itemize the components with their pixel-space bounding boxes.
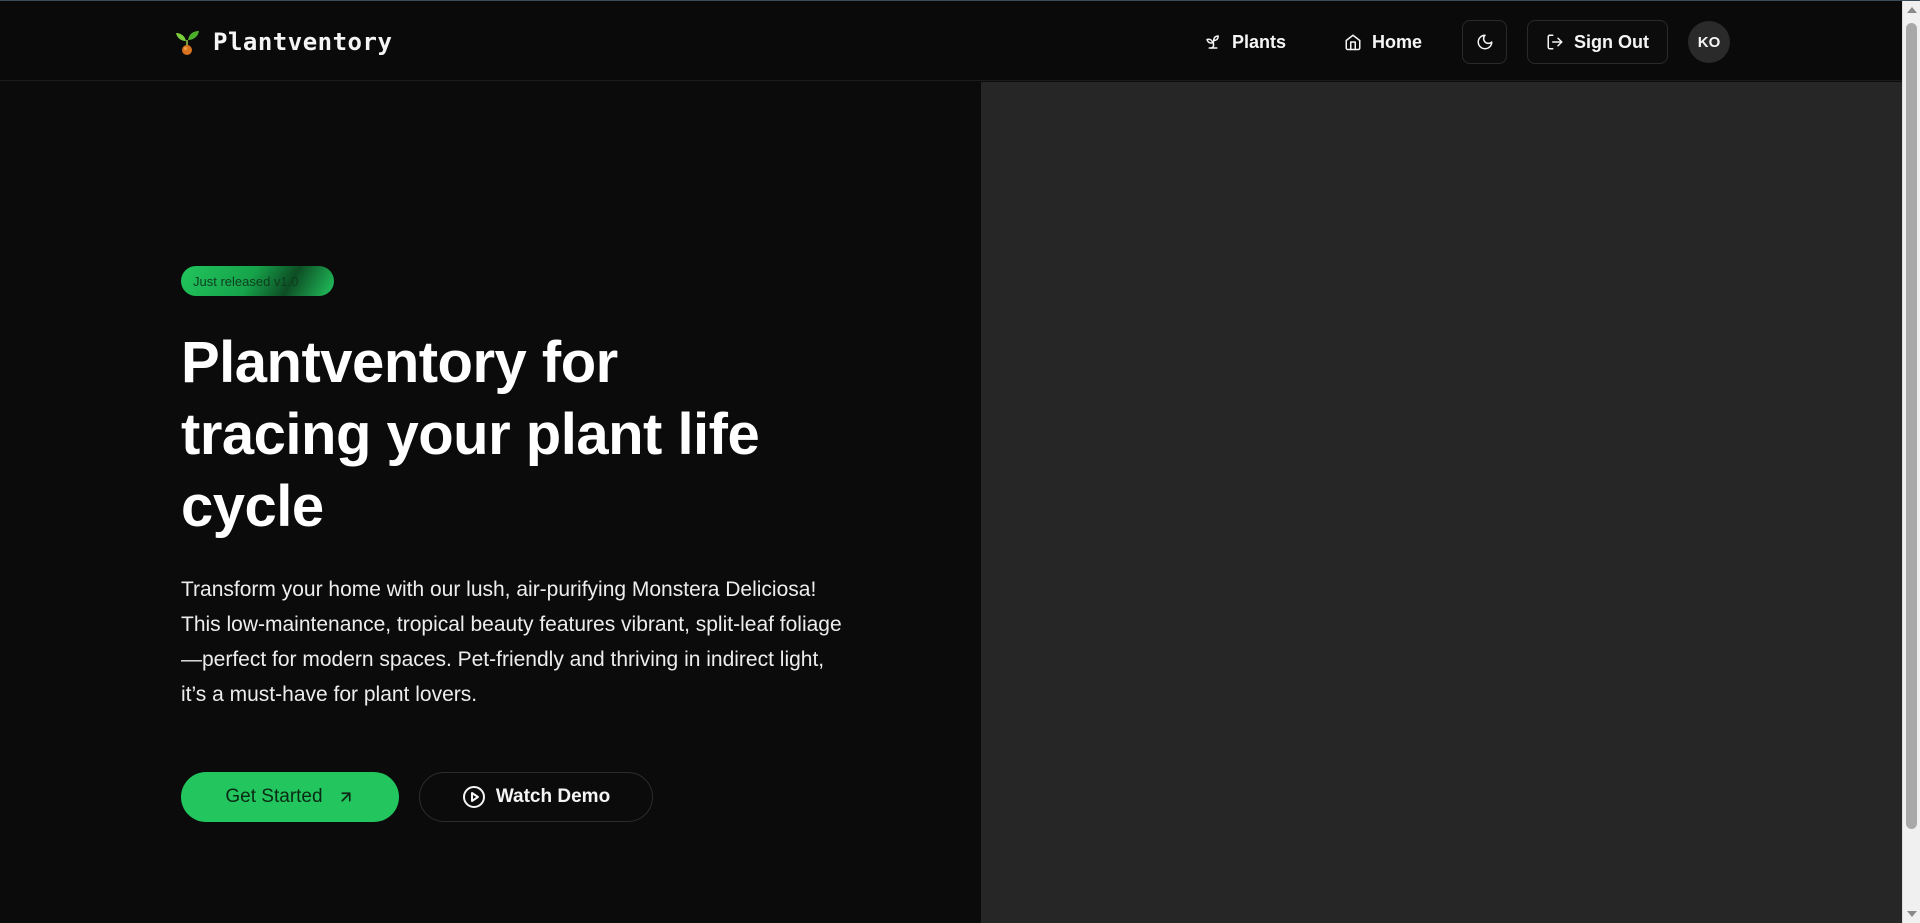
user-avatar[interactable]: KO <box>1688 21 1730 63</box>
watch-demo-button[interactable]: Watch Demo <box>419 772 653 822</box>
hero-description-line: This low-maintenance, tropical beauty fe… <box>181 613 842 636</box>
page: Plantventory Plants Home Sign Out KO Jus… <box>0 0 1920 923</box>
play-circle-icon <box>462 786 485 808</box>
release-badge-text: Just released v1.0 <box>193 273 299 289</box>
hero-description: Transform your home with our lush, air-p… <box>181 572 901 712</box>
sprout-icon <box>1206 35 1219 49</box>
hero-title: Plantventory for tracing your plant life… <box>181 327 821 543</box>
sign-out-label: Sign Out <box>1574 31 1649 52</box>
navbar: Plantventory Plants Home Sign Out KO <box>0 1 1902 81</box>
hero-description-line: Transform your home with our lush, air-p… <box>181 578 817 601</box>
nav-link-label: Home <box>1372 31 1423 52</box>
sprout-icon <box>176 31 199 55</box>
hero-image-placeholder <box>981 82 1902 923</box>
avatar-initials: KO <box>1697 33 1721 51</box>
scroll-down-arrow-icon[interactable] <box>1907 911 1917 917</box>
hero-title-line: Plantventory for <box>181 330 618 395</box>
log-out-icon <box>1547 34 1563 50</box>
get-started-label: Get Started <box>225 786 323 807</box>
scroll-up-arrow-icon[interactable] <box>1907 7 1917 13</box>
get-started-button[interactable]: Get Started <box>181 772 399 822</box>
arrow-up-right-icon <box>341 792 351 802</box>
home-icon <box>1345 34 1361 51</box>
moon-icon <box>1477 34 1492 50</box>
scrollbar-thumb[interactable] <box>1906 23 1917 829</box>
hero-title-line: tracing your plant life <box>181 402 760 467</box>
nav-link-home[interactable]: Home <box>1330 23 1436 61</box>
nav-link-label: Plants <box>1232 31 1287 52</box>
watch-demo-label: Watch Demo <box>495 786 611 807</box>
nav-link-plants[interactable]: Plants <box>1190 23 1300 61</box>
release-badge[interactable]: Just released v1.0 <box>181 266 334 296</box>
hero-description-line: —perfect for modern spaces. Pet-friendly… <box>181 648 825 671</box>
brand-name: Plantventory <box>213 28 393 56</box>
theme-toggle-button[interactable] <box>1462 20 1507 64</box>
hero-title-line: cycle <box>181 474 324 539</box>
hero-description-line: it’s a must-have for plant lovers. <box>181 683 478 706</box>
sign-out-button[interactable]: Sign Out <box>1527 20 1668 64</box>
brand-link[interactable]: Plantventory <box>173 26 392 58</box>
vertical-scrollbar[interactable] <box>1902 1 1920 923</box>
